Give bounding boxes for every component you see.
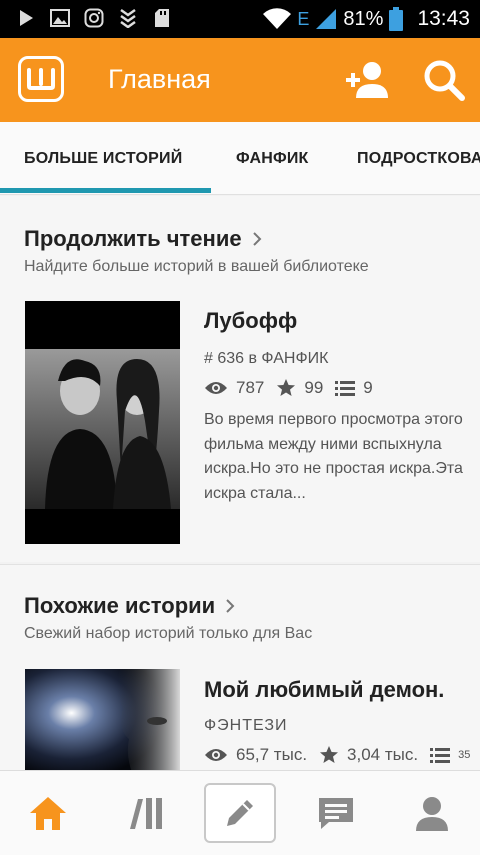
eye-icon [204, 747, 228, 763]
library-icon [128, 795, 164, 831]
profile-icon [414, 795, 450, 831]
home-icon [29, 795, 67, 831]
status-bar: E 81% 13:43 [0, 0, 480, 38]
parts-list-icon [335, 380, 356, 396]
star-icon [276, 378, 296, 398]
wattpad-logo-icon[interactable] [18, 56, 64, 102]
story-title[interactable]: Лубофф [204, 308, 297, 334]
nav-profile[interactable] [404, 785, 460, 841]
tab-fanfic[interactable]: ФАНФИК [236, 150, 309, 168]
continue-reading-header[interactable]: Продолжить чтение [24, 226, 262, 252]
category-tabs: БОЛЬШЕ ИСТОРИЙ ФАНФИК ПОДРОСТКОВАЯ [0, 122, 480, 195]
story-title[interactable]: Мой любимый демон. [204, 677, 444, 703]
write-icon [223, 796, 257, 830]
tab-more-stories[interactable]: БОЛЬШЕ ИСТОРИЙ [24, 150, 182, 168]
wifi-icon [263, 8, 292, 30]
messages-icon [317, 795, 355, 831]
parts-count: 35 [458, 749, 471, 761]
chevron-right-icon [225, 598, 235, 614]
section-subtitle: Свежий набор историй только для Вас [24, 625, 313, 642]
story-rank: # 636 в ФАНФИК [204, 350, 329, 367]
section-subtitle: Найдите больше историй в вашей библиотек… [24, 258, 369, 275]
network-type-label: E [297, 8, 310, 29]
story-stats: 787 99 9 [204, 378, 385, 398]
section-title: Продолжить чтение [24, 226, 242, 251]
votes-count: 3,04 тыс. [347, 745, 419, 764]
clock: 13:43 [417, 7, 470, 30]
parts-list-icon [430, 747, 451, 763]
image-icon [50, 8, 70, 28]
section-title: Похожие истории [24, 593, 216, 618]
play-icon [16, 8, 36, 28]
story-cover[interactable] [25, 669, 180, 779]
story-genre: ФЭНТЕЗИ [204, 717, 288, 734]
similar-stories-section: Похожие истории Свежий набор историй тол… [0, 564, 480, 779]
continue-reading-section: Продолжить чтение Найдите больше историй… [0, 196, 480, 562]
views-count: 65,7 тыс. [236, 745, 308, 764]
story-stats: 65,7 тыс. 3,04 тыс. 35 [204, 745, 480, 765]
votes-count: 99 [304, 378, 324, 397]
battery-icon [389, 7, 404, 31]
search-icon[interactable] [422, 58, 466, 102]
instagram-icon [84, 8, 104, 28]
similar-stories-header[interactable]: Похожие истории [24, 593, 235, 619]
nav-write[interactable] [204, 783, 276, 843]
sd-card-icon [152, 8, 172, 28]
page-title: Главная [108, 64, 211, 94]
star-icon [319, 745, 339, 765]
add-user-icon[interactable] [344, 60, 390, 100]
nav-library[interactable] [118, 785, 174, 841]
eye-icon [204, 380, 228, 396]
bottom-navigation [0, 770, 480, 855]
nav-home[interactable] [20, 785, 76, 841]
battery-percent: 81% [343, 7, 384, 30]
tab-teen[interactable]: ПОДРОСТКОВАЯ [357, 150, 480, 168]
download-icon [118, 8, 138, 28]
story-description: Во время первого просмотра этого фильма … [204, 411, 463, 502]
app-bar: Главная [0, 38, 480, 122]
chevron-right-icon [252, 231, 262, 247]
views-count: 787 [236, 378, 265, 397]
nav-messages[interactable] [308, 785, 364, 841]
signal-icon [315, 8, 337, 30]
story-cover[interactable] [25, 301, 180, 544]
parts-count: 9 [363, 378, 373, 397]
tab-selected-indicator [0, 188, 211, 193]
